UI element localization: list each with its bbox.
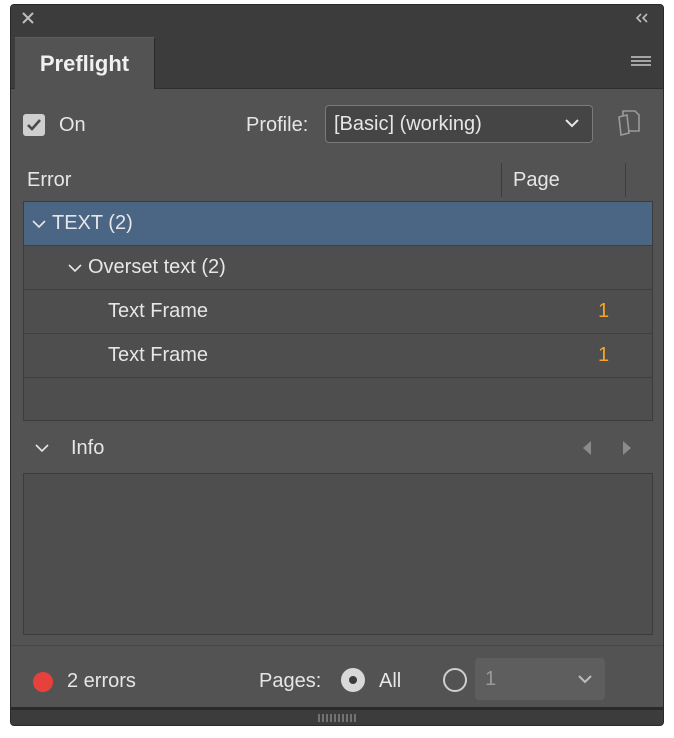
panel-menu-icon[interactable]: [631, 55, 651, 69]
profile-select[interactable]: [Basic] (working): [325, 105, 593, 143]
on-toggle[interactable]: On: [23, 109, 86, 141]
info-section-header: Info: [23, 429, 653, 469]
close-icon[interactable]: [21, 11, 35, 25]
chevron-down-icon[interactable]: [32, 219, 46, 229]
pages-range-radio[interactable]: [443, 668, 467, 692]
page-range-value: 1: [485, 667, 497, 690]
column-error[interactable]: Error: [27, 169, 71, 192]
tree-category-text[interactable]: TEXT (2): [24, 202, 652, 246]
item-label: Text Frame: [108, 344, 209, 366]
chevron-down-icon: [565, 119, 579, 128]
resize-grip-icon[interactable]: [317, 714, 357, 722]
info-label: Info: [71, 437, 105, 459]
profile-label: Profile:: [246, 114, 309, 136]
error-status-icon: [33, 672, 53, 692]
page-range-select[interactable]: 1: [475, 658, 605, 700]
item-label: Text Frame: [108, 300, 209, 322]
on-label: On: [59, 113, 86, 136]
tree-item[interactable]: Text Frame 1: [24, 290, 652, 334]
define-profiles-icon[interactable]: [613, 107, 645, 139]
profile-value: [Basic] (working): [334, 112, 482, 135]
tab-label: Preflight: [39, 50, 130, 76]
info-content-box: [23, 473, 653, 635]
checkmark-icon: [27, 119, 41, 131]
resize-bar[interactable]: [11, 707, 663, 725]
collapse-panel-icon[interactable]: [633, 12, 651, 24]
tree-subcategory-overset[interactable]: Overset text (2): [24, 246, 652, 290]
chevron-down-icon[interactable]: [35, 443, 49, 453]
tree-item[interactable]: Text Frame 1: [24, 334, 652, 378]
pages-all-radio[interactable]: [341, 668, 365, 692]
column-divider[interactable]: [625, 163, 626, 197]
item-page-link[interactable]: 1: [598, 300, 609, 323]
subcategory-label: Overset text (2): [88, 256, 226, 278]
pages-all-label[interactable]: All: [379, 670, 401, 693]
category-label: TEXT (2): [52, 212, 133, 234]
chevron-down-icon: [578, 675, 592, 684]
column-divider[interactable]: [501, 163, 502, 197]
tab-bar: Preflight: [11, 31, 663, 89]
item-page-link[interactable]: 1: [598, 344, 609, 367]
error-count: 2 errors: [67, 670, 136, 692]
panel-titlebar: [11, 5, 663, 31]
next-arrow-icon[interactable]: [621, 439, 633, 457]
pages-label: Pages:: [259, 670, 322, 692]
preflight-panel: Preflight On Profile: [Basic] (working) …: [10, 4, 664, 726]
chevron-down-icon[interactable]: [68, 263, 82, 273]
tab-preflight[interactable]: Preflight: [15, 37, 155, 89]
previous-arrow-icon[interactable]: [581, 439, 593, 457]
error-list-header: Error Page: [23, 163, 653, 197]
on-checkbox[interactable]: [23, 114, 45, 136]
error-tree: TEXT (2) Overset text (2) Text Frame 1 T…: [23, 201, 653, 421]
column-page[interactable]: Page: [513, 169, 560, 192]
preflight-footer: 2 errors Pages: All 1: [11, 645, 663, 706]
